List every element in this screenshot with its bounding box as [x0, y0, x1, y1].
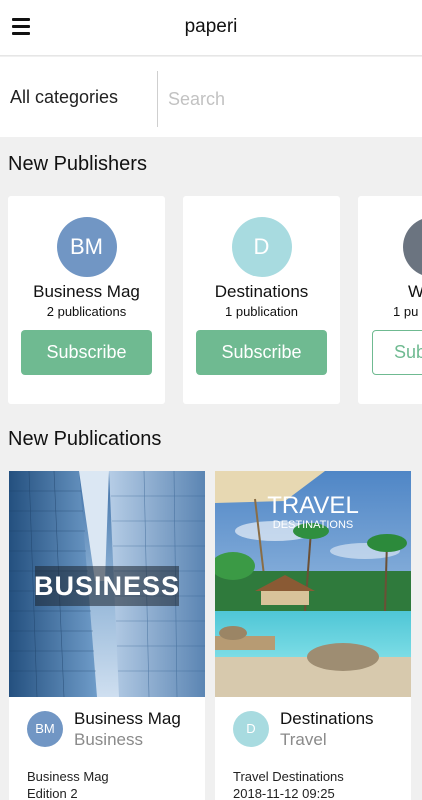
publisher-avatar: BM — [27, 711, 63, 747]
publisher-card[interactable]: W 1 pu Sub — [358, 196, 422, 404]
category-dropdown[interactable]: All categories — [10, 87, 118, 108]
publisher-avatar: BM — [56, 217, 117, 277]
new-publications-heading: New Publications — [8, 428, 162, 450]
subscribe-button[interactable]: Subscribe — [21, 330, 152, 375]
publication-date: 2018-11-12 09:25 — [233, 786, 335, 800]
publication-cover-image[interactable]: TRAVEL DESTINATIONS — [215, 471, 411, 697]
app-header: paperi — [0, 0, 422, 56]
publication-title: Travel Destinations — [233, 769, 344, 784]
filter-bar: All categories — [0, 57, 422, 137]
publication-category: Business — [74, 730, 143, 749]
publisher-card[interactable]: D Destinations 1 publication Subscribe — [183, 196, 340, 404]
publication-title: Business Mag — [27, 769, 109, 784]
cover-subtitle: DESTINATIONS — [273, 519, 353, 531]
cover-title: TRAVEL — [267, 492, 359, 519]
publication-card[interactable]: TRAVEL DESTINATIONS D Destinations Trave… — [215, 471, 411, 800]
publication-count: 2 publications — [46, 304, 127, 319]
publisher-name: Destinations — [214, 282, 309, 301]
publication-count: 1 publication — [225, 304, 298, 319]
subscribe-button[interactable]: Sub — [372, 330, 422, 375]
publisher-name: Destinations — [280, 709, 374, 728]
publication-count: 1 pu — [393, 304, 419, 319]
publisher-card[interactable]: BM Business Mag 2 publications Subscribe — [8, 196, 165, 404]
publication-category: Travel — [280, 730, 327, 749]
search-input[interactable] — [168, 83, 408, 115]
new-publishers-heading: New Publishers — [8, 153, 147, 175]
cover-title: BUSINESS — [34, 571, 180, 601]
publication-cover-image[interactable]: BUSINESS — [9, 471, 205, 697]
publisher-name: Business Mag — [74, 709, 181, 728]
publication-card[interactable]: BUSINESS BM Business Mag Business Busine… — [9, 471, 205, 800]
filter-divider — [157, 71, 158, 127]
publisher-name: W — [408, 282, 422, 301]
publisher-avatar — [403, 217, 422, 277]
app-title: paperi — [184, 16, 238, 37]
publisher-avatar: D — [233, 711, 269, 747]
publication-edition: Edition 2 — [27, 786, 78, 800]
publisher-name: Business Mag — [33, 282, 140, 301]
publisher-avatar: D — [231, 217, 292, 277]
subscribe-button[interactable]: Subscribe — [196, 330, 327, 375]
